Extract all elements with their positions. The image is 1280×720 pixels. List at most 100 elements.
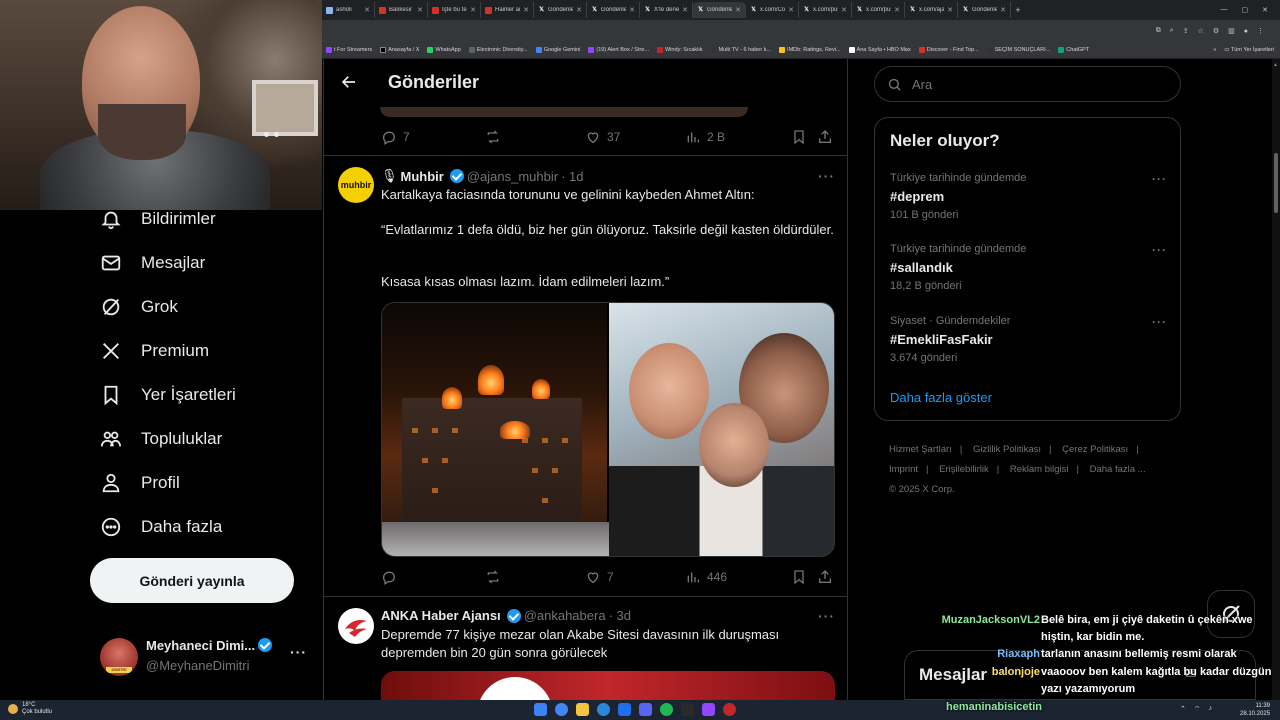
media-image-fire[interactable] xyxy=(382,303,609,556)
footer-link-ads-info[interactable]: Reklam bilgisi xyxy=(1010,464,1069,475)
tweet-avatar-anka[interactable] xyxy=(338,608,374,644)
tweet-avatar-muhbir[interactable]: muhbir xyxy=(338,167,374,203)
close-tab-icon[interactable]: ✕ xyxy=(788,6,794,14)
browser-tab[interactable]: asholi ✕ xyxy=(322,2,375,18)
tweet-media[interactable] xyxy=(381,671,835,700)
show-more-link[interactable]: Daha fazla göster xyxy=(890,390,992,405)
tweet-author-name[interactable]: ANKA Haber Ajansı xyxy=(381,608,501,623)
repost-button[interactable] xyxy=(485,569,585,585)
like-button[interactable]: 37 xyxy=(585,129,685,145)
bookmark-star-icon[interactable]: ☆ xyxy=(1198,27,1204,35)
close-tab-icon[interactable]: ✕ xyxy=(417,6,423,14)
sidebar-icon[interactable]: ▥ xyxy=(1228,27,1235,35)
edge-icon[interactable] xyxy=(597,703,610,716)
bookmark-item[interactable]: Ana Sayfa • HBO Max xyxy=(845,47,915,53)
bookmark-item[interactable]: Discover - Find Top... xyxy=(915,47,983,53)
chrome-icon[interactable] xyxy=(555,703,568,716)
browser-tab[interactable]: 𝕏x.com/ajans✕ xyxy=(905,2,958,18)
trend-item[interactable]: Siyaset · Gündemdekiler #EmekliFasFakir … xyxy=(890,315,1170,364)
tweet-more-icon[interactable]: ··· xyxy=(818,608,835,624)
scrollbar-thumb[interactable] xyxy=(1274,153,1278,213)
browser-tab[interactable]: İşte bu tebr✕ xyxy=(428,2,481,18)
close-tab-icon[interactable]: ✕ xyxy=(735,6,741,14)
tray-chevron-icon[interactable]: ⌃ xyxy=(1180,705,1186,714)
bookmarks-more-button[interactable]: » xyxy=(1213,47,1216,53)
menu-icon[interactable]: ⋮ xyxy=(1257,27,1264,35)
repost-button[interactable] xyxy=(485,129,585,145)
like-button[interactable]: 7 xyxy=(585,569,685,585)
nav-item-premium[interactable]: Premium xyxy=(100,340,209,362)
trend-item[interactable]: Türkiye tarihinde gündemde #deprem 101 B… xyxy=(890,172,1170,221)
trend-more-icon[interactable]: ··· xyxy=(1152,243,1167,257)
reply-button[interactable] xyxy=(381,569,485,585)
browser-tab[interactable]: 𝕏x.com/push✕ xyxy=(852,2,905,18)
bookmark-item[interactable]: t For Streamers xyxy=(322,47,376,53)
share-icon[interactable]: ⇪ xyxy=(1183,27,1189,35)
close-tab-icon[interactable]: ✕ xyxy=(629,6,635,14)
browser-tab[interactable]: 𝕏 Gönderiler✕ xyxy=(587,2,640,18)
close-window-icon[interactable]: ✕ xyxy=(1262,6,1268,14)
bookmark-item[interactable]: (19) Alert Box / Stre... xyxy=(584,47,653,53)
search-input[interactable]: Ara xyxy=(874,66,1181,102)
volume-icon[interactable]: ♪ xyxy=(1208,705,1212,714)
tweet-more-icon[interactable]: ··· xyxy=(818,168,835,184)
bookmark-button[interactable] xyxy=(791,129,817,145)
nav-item-messages[interactable]: Mesajlar xyxy=(100,252,205,274)
nav-item-more[interactable]: Daha fazla xyxy=(100,516,222,538)
previous-tweet-media[interactable] xyxy=(380,107,748,117)
browser-tab[interactable]: 𝕏 Gönderiler✕ xyxy=(534,2,587,18)
steam-icon[interactable] xyxy=(618,703,631,716)
minimize-icon[interactable]: — xyxy=(1221,6,1228,14)
tweet-author-handle[interactable]: @ajans_muhbir xyxy=(467,169,558,184)
close-tab-icon[interactable]: ✕ xyxy=(1000,6,1006,14)
trend-item[interactable]: Türkiye tarihinde gündemde #sallandık 18… xyxy=(890,243,1170,292)
bookmark-button[interactable] xyxy=(791,569,817,585)
extensions-icon[interactable]: ⚙ xyxy=(1213,27,1219,35)
bookmark-item[interactable]: Electronic Diversity... xyxy=(465,47,532,53)
close-tab-icon[interactable]: ✕ xyxy=(841,6,847,14)
browser-tab-active[interactable]: 𝕏 Gönderiler✕ xyxy=(693,2,746,18)
network-icon[interactable]: ⌔ xyxy=(1194,705,1201,714)
twitch-icon[interactable] xyxy=(702,703,715,716)
footer-link-more[interactable]: Daha fazla ... xyxy=(1090,464,1146,475)
tweet-author-handle[interactable]: @ankahabera xyxy=(524,608,606,623)
browser-tab[interactable]: 𝕏 X'te denetim✕ xyxy=(640,2,693,18)
close-tab-icon[interactable]: ✕ xyxy=(470,6,476,14)
all-bookmarks-folder[interactable]: ▭ Tüm Yer İşaretleri xyxy=(1224,47,1274,53)
views-button[interactable]: 446 xyxy=(685,569,791,585)
nav-item-bookmarks[interactable]: Yer İşaretleri xyxy=(100,384,236,406)
start-menu-icon[interactable] xyxy=(534,703,547,716)
bookmark-item[interactable]: Google Gemini xyxy=(532,47,585,53)
footer-link-cookies[interactable]: Çerez Politikası xyxy=(1062,444,1128,455)
scroll-up-arrow-icon[interactable]: ▲ xyxy=(1273,62,1278,68)
new-tab-button[interactable]: + xyxy=(1011,5,1025,15)
footer-link-accessibility[interactable]: Erişilebilirlik xyxy=(939,464,989,475)
post-button[interactable]: Gönderi yayınla xyxy=(90,558,294,603)
browser-tab[interactable]: Hainler artık✕ xyxy=(481,2,534,18)
close-tab-icon[interactable]: ✕ xyxy=(947,6,953,14)
spotify-icon[interactable] xyxy=(660,703,673,716)
trend-more-icon[interactable]: ··· xyxy=(1152,172,1167,186)
bookmark-item[interactable]: SEÇİM SONUÇLARI... xyxy=(983,47,1055,53)
browser-tab[interactable]: Balıkesir Sar✕ xyxy=(375,2,428,18)
tweet-author-name[interactable]: Muhbir xyxy=(401,169,444,184)
tweet-media-grid[interactable] xyxy=(381,302,835,557)
views-button[interactable]: 2 B xyxy=(685,129,791,145)
share-button[interactable] xyxy=(817,569,833,585)
footer-link-imprint[interactable]: Imprint xyxy=(889,464,918,475)
nav-item-profile[interactable]: Profil xyxy=(100,472,180,494)
bookmark-item[interactable]: Windy: Sıcaklık xyxy=(653,47,707,53)
bookmark-item[interactable]: Anasayfa / X xyxy=(376,47,423,53)
account-more-icon[interactable]: ··· xyxy=(290,644,307,660)
browser-tab[interactable]: 𝕏x.com/Com✕ xyxy=(746,2,799,18)
file-explorer-icon[interactable] xyxy=(576,703,589,716)
close-tab-icon[interactable]: ✕ xyxy=(576,6,582,14)
footer-link-privacy[interactable]: Gizlilik Politikası xyxy=(973,444,1041,455)
bookmark-item[interactable]: IMDb: Ratings, Revi... xyxy=(775,47,845,53)
close-tab-icon[interactable]: ✕ xyxy=(364,6,370,14)
media-image-family[interactable] xyxy=(609,303,834,556)
maximize-icon[interactable]: ▢ xyxy=(1242,6,1249,14)
account-switcher[interactable]: DİMİTRİ Meyhaneci Dimi... @MeyhaneDimitr… xyxy=(100,636,314,676)
nav-item-grok[interactable]: Grok xyxy=(100,296,178,318)
page-scrollbar[interactable] xyxy=(1272,59,1280,700)
